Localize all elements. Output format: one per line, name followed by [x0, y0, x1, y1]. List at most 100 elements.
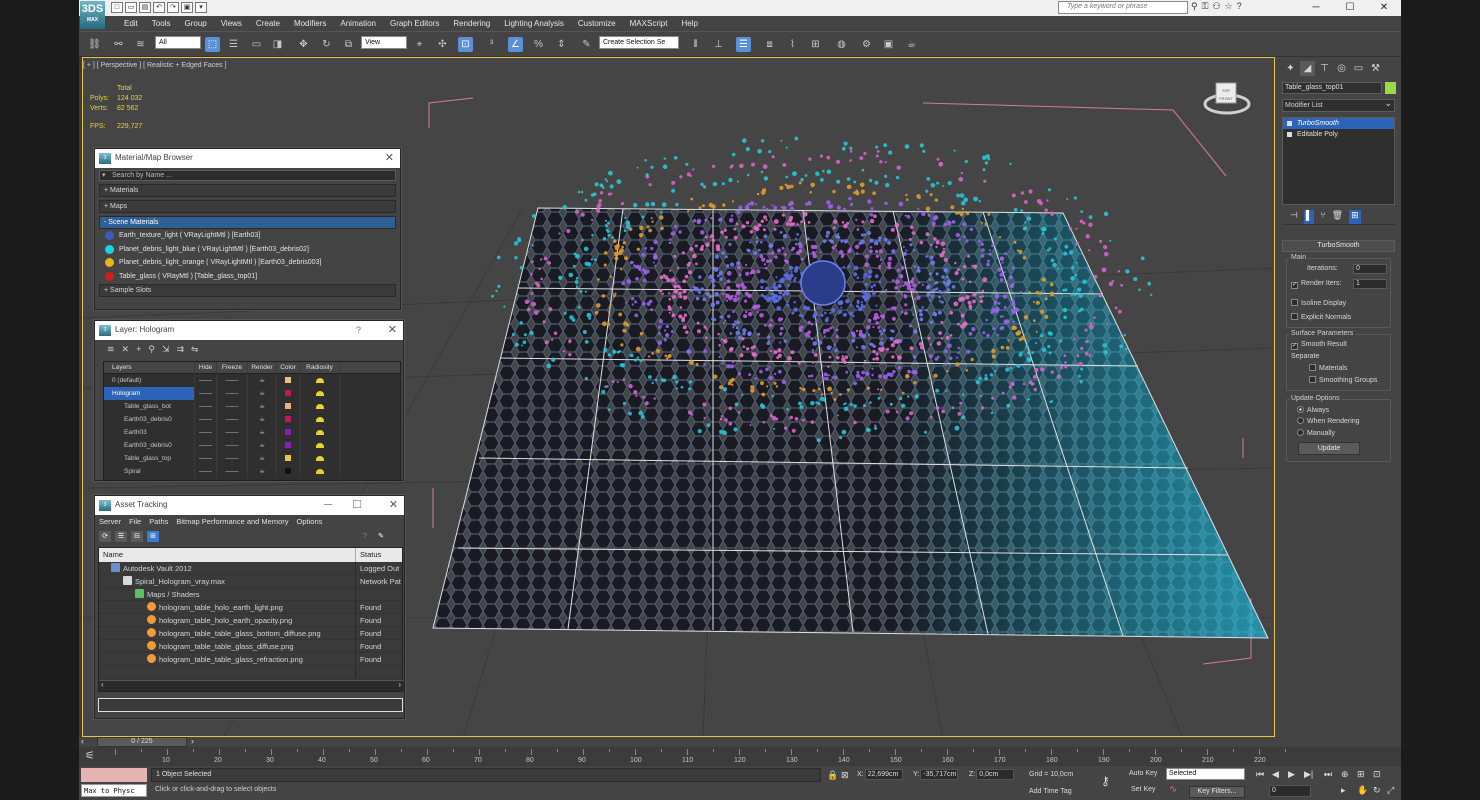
layer-color-swatch[interactable]: [277, 413, 300, 426]
render-production-icon[interactable]: ☕: [904, 37, 919, 52]
menu-graph-editors[interactable]: Graph Editors: [383, 16, 446, 31]
utilities-tab-icon[interactable]: ⚒: [1368, 61, 1383, 76]
select-in-layer-icon[interactable]: ⚲: [148, 344, 155, 357]
layer-row[interactable]: Earth03_debris0 —— —— ☕: [104, 413, 400, 426]
render-teapot-icon[interactable]: ☕: [248, 387, 277, 400]
time-slider[interactable]: 0 / 225: [97, 737, 187, 747]
select-object-icon[interactable]: ⬚: [205, 37, 220, 52]
help-icon[interactable]: ?: [359, 531, 371, 542]
key-icon[interactable]: ⚷: [1101, 774, 1110, 788]
edit-named-sel-icon[interactable]: ✎: [579, 37, 594, 52]
menu-lighting-analysis[interactable]: Lighting Analysis: [497, 16, 571, 31]
key-selection-dropdown[interactable]: Selected: [1166, 768, 1245, 780]
vault-icon[interactable]: ⟳: [99, 531, 111, 542]
asset-row[interactable]: hologram_table_holo_earth_opacity.png Fou…: [99, 614, 402, 627]
at-menu-paths[interactable]: Paths: [149, 515, 168, 529]
layer-name[interactable]: Earth03: [104, 426, 195, 439]
minimize-button[interactable]: ─: [1299, 0, 1333, 16]
col-status[interactable]: Status: [356, 548, 381, 562]
search-icon[interactable]: ⚲: [1191, 1, 1198, 12]
angle-snap-icon[interactable]: ∠: [508, 37, 523, 52]
goto-end-icon[interactable]: ⏭: [1324, 769, 1332, 780]
layer-freeze-toggle[interactable]: ——: [217, 439, 248, 452]
render-iters-checkbox[interactable]: ✓ Render Iters:: [1291, 280, 1341, 289]
horizontal-scrollbar[interactable]: ‹ ›: [99, 680, 404, 691]
when-rendering-radio[interactable]: When Rendering: [1297, 417, 1360, 425]
layer-color-swatch[interactable]: [277, 400, 300, 413]
close-icon[interactable]: ✕: [388, 321, 397, 339]
close-button[interactable]: ✕: [1367, 0, 1401, 16]
layer-row[interactable]: Spiral —— —— ☕: [104, 465, 400, 478]
manually-radio[interactable]: Manually: [1297, 429, 1335, 437]
scroll-left-icon[interactable]: ‹: [101, 680, 104, 689]
radiosity-lamp-icon[interactable]: [300, 439, 340, 452]
layer-color-swatch[interactable]: [277, 374, 300, 387]
turbosmooth-rollout-header[interactable]: TurboSmooth: [1282, 240, 1395, 252]
maps-section[interactable]: + Maps: [99, 200, 396, 213]
render-iters-spinner[interactable]: 1: [1353, 279, 1387, 289]
track-bar-toggle-icon[interactable]: ⚟: [85, 749, 95, 762]
layer-hide-toggle[interactable]: ——: [195, 387, 217, 400]
configure-sets-icon[interactable]: ⊞: [1349, 210, 1361, 224]
save-file-icon[interactable]: ▤: [139, 2, 151, 13]
menu-customize[interactable]: Customize: [571, 16, 623, 31]
link-icon[interactable]: ⛓: [87, 37, 102, 52]
perspective-viewport[interactable]: TOP FRONT [ + ] [ Perspective ] [ Realis…: [82, 57, 1275, 737]
play-icon[interactable]: ▶: [1288, 769, 1295, 780]
scene-explorer-icon[interactable]: ☰: [736, 37, 751, 52]
scene-material-item[interactable]: Table_glass ( VRayMtl ) [Table_glass_top…: [103, 270, 400, 284]
layer-freeze-toggle[interactable]: ——: [217, 400, 248, 413]
highlight-icon[interactable]: ✎: [375, 531, 387, 542]
render-setup-icon[interactable]: ⚙: [859, 37, 874, 52]
ref-coord-dropdown[interactable]: View: [361, 36, 407, 49]
close-icon[interactable]: ✕: [385, 149, 394, 167]
render-teapot-icon[interactable]: ☕: [248, 465, 277, 478]
maxscript-input[interactable]: Max to Physc: [81, 784, 147, 797]
goto-start-icon[interactable]: ⏮: [1256, 769, 1264, 780]
asset-row[interactable]: hologram_table_holo_earth_light.png Found: [99, 601, 402, 614]
layer-name[interactable]: Hologram: [104, 387, 195, 400]
col-freeze[interactable]: Freeze: [217, 362, 248, 373]
y-input[interactable]: -35,717cm: [920, 769, 959, 780]
redo-icon[interactable]: ↷: [167, 2, 179, 13]
maxscript-listener-mini[interactable]: [81, 768, 147, 782]
track-bar[interactable]: ⚟ 10 20 30 40 50 60 70 80 90 100 110 120 130 140 150 16…: [79, 747, 1401, 766]
percent-snap-icon[interactable]: %: [531, 37, 546, 52]
col-radiosity[interactable]: Radiosity: [300, 362, 340, 373]
layer-row[interactable]: Earth03 —— —— ☕: [104, 426, 400, 439]
layer-freeze-toggle[interactable]: ——: [217, 452, 248, 465]
key-filters-button[interactable]: Key Filters...: [1189, 786, 1245, 798]
maximize-viewport-icon[interactable]: ⤢: [1387, 785, 1394, 796]
layer-row[interactable]: Table_glass_bot —— —— ☕: [104, 400, 400, 413]
render-teapot-icon[interactable]: ☕: [248, 452, 277, 465]
sample-slots-section[interactable]: + Sample Slots: [99, 284, 396, 297]
layer-name[interactable]: Earth03_debris0: [104, 413, 195, 426]
menu-views[interactable]: Views: [214, 16, 249, 31]
dropdown-triangle-icon[interactable]: ▾: [102, 171, 106, 180]
layer-explorer-icon[interactable]: ⧈: [762, 37, 777, 52]
layer-panel-title-bar[interactable]: 3 Layer: Hologram ? ✕: [95, 321, 403, 340]
app-logo[interactable]: 3DS MAX: [80, 1, 105, 29]
smooth-result-checkbox[interactable]: ✓ Smooth Result: [1291, 341, 1347, 350]
field-of-view-icon[interactable]: ▸: [1341, 785, 1346, 796]
layer-color-swatch[interactable]: [277, 439, 300, 452]
undo-icon[interactable]: ↶: [153, 2, 165, 13]
maximize-button[interactable]: ☐: [1333, 0, 1367, 16]
orbit-icon[interactable]: ↻: [1373, 785, 1381, 796]
x-input[interactable]: 22,699cm: [864, 769, 903, 780]
z-input[interactable]: 0,0cm: [976, 769, 1015, 780]
layer-freeze-toggle[interactable]: ——: [217, 387, 248, 400]
scale-icon[interactable]: ⧉: [341, 37, 356, 52]
object-name-field[interactable]: Table_glass_top01: [1282, 82, 1382, 94]
asset-row[interactable]: hologram_table_table_glass_bottom_diffus…: [99, 627, 402, 640]
col-render[interactable]: Render: [248, 362, 277, 373]
asset-row[interactable]: hologram_table_table_glass_diffuse.png Fo…: [99, 640, 402, 653]
curve-editor-icon[interactable]: ⌇: [785, 37, 800, 52]
pin-stack-icon[interactable]: ⊣: [1290, 210, 1298, 224]
unlink-icon[interactable]: ⚯: [111, 37, 126, 52]
menu-animation[interactable]: Animation: [333, 16, 383, 31]
table-view-icon[interactable]: ⊞: [147, 531, 159, 542]
col-hide[interactable]: Hide: [195, 362, 217, 373]
menu-create[interactable]: Create: [249, 16, 287, 31]
maximize-icon[interactable]: ☐: [352, 496, 362, 514]
